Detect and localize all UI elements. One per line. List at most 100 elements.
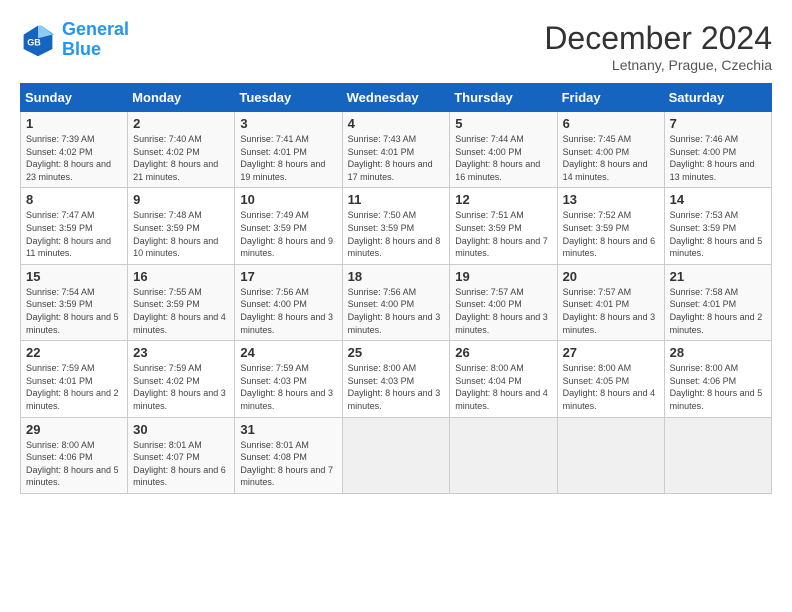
calendar-week-row: 22 Sunrise: 7:59 AM Sunset: 4:01 PM Dayli… <box>21 341 772 417</box>
day-number: 23 <box>133 345 229 360</box>
day-number: 19 <box>455 269 551 284</box>
calendar-day-cell <box>342 417 450 493</box>
day-of-week-header: Wednesday <box>342 84 450 112</box>
day-number: 2 <box>133 116 229 131</box>
day-number: 24 <box>240 345 336 360</box>
calendar-day-cell: 20 Sunrise: 7:57 AM Sunset: 4:01 PM Dayli… <box>557 264 664 340</box>
day-of-week-header: Monday <box>128 84 235 112</box>
day-detail: Sunrise: 8:00 AM Sunset: 4:03 PM Dayligh… <box>348 362 445 412</box>
day-detail: Sunrise: 7:45 AM Sunset: 4:00 PM Dayligh… <box>563 133 659 183</box>
day-of-week-header: Saturday <box>664 84 771 112</box>
day-detail: Sunrise: 8:01 AM Sunset: 4:08 PM Dayligh… <box>240 439 336 489</box>
calendar-day-cell: 18 Sunrise: 7:56 AM Sunset: 4:00 PM Dayli… <box>342 264 450 340</box>
calendar-day-cell: 19 Sunrise: 7:57 AM Sunset: 4:00 PM Dayli… <box>450 264 557 340</box>
title-block: December 2024 Letnany, Prague, Czechia <box>544 20 772 73</box>
calendar-day-cell: 8 Sunrise: 7:47 AM Sunset: 3:59 PM Daylig… <box>21 188 128 264</box>
day-of-week-header: Sunday <box>21 84 128 112</box>
calendar-day-cell: 12 Sunrise: 7:51 AM Sunset: 3:59 PM Dayli… <box>450 188 557 264</box>
day-number: 29 <box>26 422 122 437</box>
day-number: 20 <box>563 269 659 284</box>
day-number: 17 <box>240 269 336 284</box>
day-detail: Sunrise: 7:46 AM Sunset: 4:00 PM Dayligh… <box>670 133 766 183</box>
calendar-week-row: 29 Sunrise: 8:00 AM Sunset: 4:06 PM Dayli… <box>21 417 772 493</box>
day-detail: Sunrise: 7:55 AM Sunset: 3:59 PM Dayligh… <box>133 286 229 336</box>
day-detail: Sunrise: 7:48 AM Sunset: 3:59 PM Dayligh… <box>133 209 229 259</box>
day-number: 18 <box>348 269 445 284</box>
page-header: GB General Blue December 2024 Letnany, P… <box>20 20 772 73</box>
day-detail: Sunrise: 8:00 AM Sunset: 4:06 PM Dayligh… <box>670 362 766 412</box>
calendar-header-row: SundayMondayTuesdayWednesdayThursdayFrid… <box>21 84 772 112</box>
day-detail: Sunrise: 8:01 AM Sunset: 4:07 PM Dayligh… <box>133 439 229 489</box>
day-number: 9 <box>133 192 229 207</box>
day-detail: Sunrise: 7:43 AM Sunset: 4:01 PM Dayligh… <box>348 133 445 183</box>
calendar-day-cell: 7 Sunrise: 7:46 AM Sunset: 4:00 PM Daylig… <box>664 112 771 188</box>
calendar-day-cell: 23 Sunrise: 7:59 AM Sunset: 4:02 PM Dayli… <box>128 341 235 417</box>
day-detail: Sunrise: 7:54 AM Sunset: 3:59 PM Dayligh… <box>26 286 122 336</box>
logo-line2: Blue <box>62 39 101 59</box>
day-number: 8 <box>26 192 122 207</box>
day-number: 14 <box>670 192 766 207</box>
day-number: 7 <box>670 116 766 131</box>
calendar-day-cell: 14 Sunrise: 7:53 AM Sunset: 3:59 PM Dayli… <box>664 188 771 264</box>
calendar-day-cell: 30Sunrise: 8:01 AM Sunset: 4:07 PM Dayli… <box>128 417 235 493</box>
day-detail: Sunrise: 8:00 AM Sunset: 4:04 PM Dayligh… <box>455 362 551 412</box>
calendar-day-cell <box>664 417 771 493</box>
calendar-day-cell: 9 Sunrise: 7:48 AM Sunset: 3:59 PM Daylig… <box>128 188 235 264</box>
calendar-day-cell: 15 Sunrise: 7:54 AM Sunset: 3:59 PM Dayli… <box>21 264 128 340</box>
day-detail: Sunrise: 7:47 AM Sunset: 3:59 PM Dayligh… <box>26 209 122 259</box>
day-number: 13 <box>563 192 659 207</box>
day-number: 12 <box>455 192 551 207</box>
day-detail: Sunrise: 7:40 AM Sunset: 4:02 PM Dayligh… <box>133 133 229 183</box>
month-title: December 2024 <box>544 20 772 57</box>
day-number: 15 <box>26 269 122 284</box>
calendar-day-cell: 2 Sunrise: 7:40 AM Sunset: 4:02 PM Daylig… <box>128 112 235 188</box>
svg-text:GB: GB <box>27 37 41 47</box>
day-detail: Sunrise: 7:59 AM Sunset: 4:01 PM Dayligh… <box>26 362 122 412</box>
day-number: 22 <box>26 345 122 360</box>
logo-text: General Blue <box>62 20 129 60</box>
calendar-day-cell: 11 Sunrise: 7:50 AM Sunset: 3:59 PM Dayli… <box>342 188 450 264</box>
calendar-day-cell: 1 Sunrise: 7:39 AM Sunset: 4:02 PM Daylig… <box>21 112 128 188</box>
day-detail: Sunrise: 8:00 AM Sunset: 4:06 PM Dayligh… <box>26 439 122 489</box>
calendar-week-row: 15 Sunrise: 7:54 AM Sunset: 3:59 PM Dayli… <box>21 264 772 340</box>
day-detail: Sunrise: 7:53 AM Sunset: 3:59 PM Dayligh… <box>670 209 766 259</box>
day-detail: Sunrise: 7:50 AM Sunset: 3:59 PM Dayligh… <box>348 209 445 259</box>
day-number: 31 <box>240 422 336 437</box>
day-number: 28 <box>670 345 766 360</box>
day-number: 21 <box>670 269 766 284</box>
logo: GB General Blue <box>20 20 129 60</box>
calendar-week-row: 8 Sunrise: 7:47 AM Sunset: 3:59 PM Daylig… <box>21 188 772 264</box>
calendar-day-cell: 13Sunrise: 7:52 AM Sunset: 3:59 PM Dayli… <box>557 188 664 264</box>
day-number: 6 <box>563 116 659 131</box>
calendar-day-cell: 24 Sunrise: 7:59 AM Sunset: 4:03 PM Dayli… <box>235 341 342 417</box>
calendar-day-cell: 10Sunrise: 7:49 AM Sunset: 3:59 PM Dayli… <box>235 188 342 264</box>
day-number: 4 <box>348 116 445 131</box>
day-number: 5 <box>455 116 551 131</box>
day-detail: Sunrise: 7:59 AM Sunset: 4:02 PM Dayligh… <box>133 362 229 412</box>
day-detail: Sunrise: 7:39 AM Sunset: 4:02 PM Dayligh… <box>26 133 122 183</box>
day-detail: Sunrise: 7:56 AM Sunset: 4:00 PM Dayligh… <box>348 286 445 336</box>
calendar-day-cell: 5 Sunrise: 7:44 AM Sunset: 4:00 PM Daylig… <box>450 112 557 188</box>
calendar-day-cell: 27Sunrise: 8:00 AM Sunset: 4:05 PM Dayli… <box>557 341 664 417</box>
day-detail: Sunrise: 7:51 AM Sunset: 3:59 PM Dayligh… <box>455 209 551 259</box>
day-number: 11 <box>348 192 445 207</box>
logo-line1: General <box>62 19 129 39</box>
day-of-week-header: Friday <box>557 84 664 112</box>
calendar-day-cell: 28 Sunrise: 8:00 AM Sunset: 4:06 PM Dayli… <box>664 341 771 417</box>
calendar-day-cell: 3Sunrise: 7:41 AM Sunset: 4:01 PM Daylig… <box>235 112 342 188</box>
day-of-week-header: Tuesday <box>235 84 342 112</box>
day-detail: Sunrise: 8:00 AM Sunset: 4:05 PM Dayligh… <box>563 362 659 412</box>
calendar-day-cell: 25Sunrise: 8:00 AM Sunset: 4:03 PM Dayli… <box>342 341 450 417</box>
calendar-day-cell: 29 Sunrise: 8:00 AM Sunset: 4:06 PM Dayli… <box>21 417 128 493</box>
day-detail: Sunrise: 7:57 AM Sunset: 4:00 PM Dayligh… <box>455 286 551 336</box>
day-detail: Sunrise: 7:44 AM Sunset: 4:00 PM Dayligh… <box>455 133 551 183</box>
calendar-day-cell <box>557 417 664 493</box>
calendar-day-cell <box>450 417 557 493</box>
day-detail: Sunrise: 7:59 AM Sunset: 4:03 PM Dayligh… <box>240 362 336 412</box>
day-number: 10 <box>240 192 336 207</box>
calendar-week-row: 1 Sunrise: 7:39 AM Sunset: 4:02 PM Daylig… <box>21 112 772 188</box>
day-number: 26 <box>455 345 551 360</box>
day-detail: Sunrise: 7:57 AM Sunset: 4:01 PM Dayligh… <box>563 286 659 336</box>
calendar-day-cell: 26 Sunrise: 8:00 AM Sunset: 4:04 PM Dayli… <box>450 341 557 417</box>
day-number: 1 <box>26 116 122 131</box>
